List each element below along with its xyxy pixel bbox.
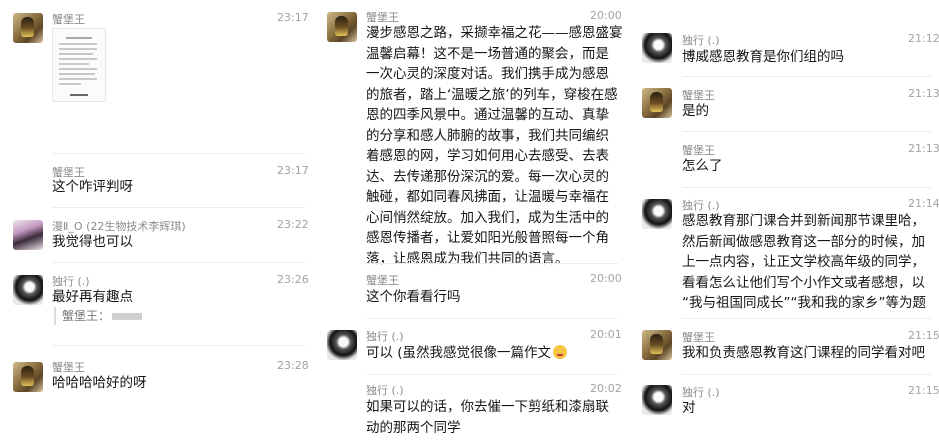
message-divider — [682, 318, 931, 319]
avatar[interactable] — [642, 330, 672, 360]
message-time: 23:17 — [277, 11, 309, 24]
message-time: 20:00 — [590, 272, 622, 285]
message-text: 这个你看看行吗 — [366, 289, 461, 305]
message-divider — [682, 131, 931, 132]
message-divider — [366, 263, 618, 264]
sender-name: 蟹堡王 — [52, 13, 85, 26]
message-time: 23:28 — [277, 359, 309, 372]
chat-message: 蟹堡王 21:15 我和负责感恩教育这门课程的同学看对吧 — [628, 322, 939, 374]
avatar[interactable] — [13, 362, 43, 392]
sender-name: 独行 (.) — [366, 384, 404, 397]
message-time: 21:15 — [908, 384, 939, 397]
chat-message: 蟹堡王 20:00 漫步感恩之路，采撷幸福之花——感恩盛宴 温馨启幕！这不是一场… — [313, 0, 628, 267]
chat-message: 蟹堡王 23:17 这个咋评判呀 — [0, 155, 313, 210]
chat-message: 独行 (.) 21:14 感恩教育那门课合并到新闻那节课里哈， 然后新闻做感恩教… — [628, 190, 939, 315]
chat-message: 独行 (.) 21:12 博威感恩教育是你们组的吗 — [628, 24, 939, 78]
chat-column-1: 蟹堡王 23:17 蟹堡王 23:17 这个咋评判呀 漫Ⅱ_O (22生物技术李… — [0, 0, 313, 448]
chat-column-2: 蟹堡王 20:00 漫步感恩之路，采撷幸福之花——感恩盛宴 温馨启幕！这不是一场… — [313, 0, 628, 448]
quoted-reply[interactable]: 蟹堡王： — [54, 307, 143, 325]
message-time: 23:17 — [277, 164, 309, 177]
message-time: 20:00 — [590, 9, 622, 22]
message-time: 23:26 — [277, 273, 309, 286]
avatar[interactable] — [642, 88, 672, 118]
message-text: 哈哈哈哈好的呀 — [52, 375, 147, 391]
message-text: 对 — [682, 400, 696, 416]
message-divider — [52, 345, 305, 346]
chat-message: 蟹堡王 23:28 哈哈哈哈好的呀 — [0, 350, 313, 410]
message-text: 这个咋评判呀 — [52, 179, 133, 195]
message-divider — [682, 374, 931, 375]
message-time: 20:01 — [590, 328, 622, 341]
message-divider — [366, 374, 618, 375]
message-divider — [52, 153, 305, 154]
message-time: 23:22 — [277, 218, 309, 231]
message-time: 21:14 — [908, 197, 939, 210]
chat-message: 蟹堡王 21:13 怎么了 — [628, 135, 939, 187]
avatar[interactable] — [642, 33, 672, 63]
message-divider — [682, 187, 931, 188]
avatar[interactable] — [327, 12, 357, 42]
avatar[interactable] — [642, 385, 672, 415]
message-text: 感恩教育那门课合并到新闻那节课里哈， 然后新闻做感恩教育这一部分的时候，加 上一… — [682, 213, 926, 311]
message-time: 21:12 — [908, 32, 939, 45]
chat-message: 蟹堡王 21:13 是的 — [628, 80, 939, 132]
message-text: 最好再有趣点 — [52, 289, 133, 305]
message-divider — [52, 262, 305, 263]
message-text: 我和负责感恩教育这门课程的同学看对吧 — [682, 345, 925, 361]
message-text: 博威感恩教育是你们组的吗 — [682, 49, 844, 65]
chat-message: 独行 (.) 21:15 对 — [628, 377, 939, 429]
message-time: 21:15 — [908, 329, 939, 342]
chat-message: 独行 (.) 23:26 最好再有趣点 蟹堡王： — [0, 265, 313, 345]
avatar[interactable] — [642, 199, 672, 229]
message-text: 如果可以的话，你去催一下剪纸和漆扇联 动的那两个同学 — [366, 399, 609, 436]
avatar[interactable] — [13, 13, 43, 43]
quoted-content-blur — [112, 313, 143, 320]
message-text: 怎么了 — [682, 158, 723, 174]
sender-name: 独行 (.) — [366, 330, 404, 343]
message-time: 21:13 — [908, 87, 939, 100]
chat-message: 蟹堡王 23:17 — [0, 0, 313, 155]
avatar[interactable] — [327, 330, 357, 360]
chat-message: 蟹堡王 20:00 这个你看看行吗 — [313, 268, 628, 320]
chat-column-3: 独行 (.) 21:12 博威感恩教育是你们组的吗 蟹堡王 21:13 是的 蟹… — [628, 0, 939, 448]
quoted-sender: 蟹堡王： — [62, 309, 111, 323]
blush-emoji-icon — [553, 345, 568, 359]
message-time: 20:02 — [590, 382, 622, 395]
chat-message: 漫Ⅱ_O (22生物技术李辉琪) 23:22 我觉得也可以 — [0, 210, 313, 265]
message-divider — [682, 76, 931, 77]
chat-message: 独行 (.) 20:01 可以 (虽然我感觉很像一篇作文 — [313, 322, 628, 374]
sender-name: 蟹堡王 — [366, 274, 399, 287]
chat-message: 独行 (.) 20:02 如果可以的话，你去催一下剪纸和漆扇联 动的那两个同学 — [313, 376, 628, 448]
sender-name: 独行 (.) — [682, 34, 720, 47]
message-divider — [52, 207, 305, 208]
avatar[interactable] — [13, 275, 43, 305]
message-time: 21:13 — [908, 142, 939, 155]
message-text: 漫步感恩之路，采撷幸福之花——感恩盛宴 温馨启幕！这不是一场普通的聚会，而是 一… — [366, 25, 623, 267]
message-text: 是的 — [682, 103, 709, 119]
message-text: 可以 (虽然我感觉很像一篇作文 — [366, 343, 568, 364]
document-thumbnail[interactable] — [52, 28, 106, 102]
message-divider — [366, 318, 618, 319]
message-text: 我觉得也可以 — [52, 234, 133, 250]
avatar[interactable] — [13, 220, 43, 250]
